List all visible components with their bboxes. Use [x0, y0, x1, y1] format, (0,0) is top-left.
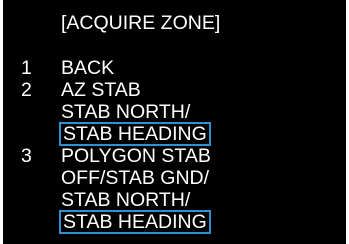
- option-stab-heading-selected[interactable]: STAB HEADING: [59, 122, 211, 146]
- option-stab-north[interactable]: STAB NORTH/: [61, 189, 190, 211]
- menu-item-number: 2: [21, 79, 32, 101]
- menu-title: [ACQUIRE ZONE]: [61, 12, 221, 34]
- menu-item-label: AZ STAB: [61, 79, 141, 101]
- menu-item-label: BACK: [61, 57, 115, 79]
- menu-item-number: 1: [21, 57, 32, 79]
- acquire-zone-menu: [ACQUIRE ZONE] 1 BACK 2 AZ STAB STAB NOR…: [3, 0, 346, 244]
- menu-item-label: POLYGON STAB: [61, 145, 211, 167]
- option-stab-heading-selected[interactable]: STAB HEADING: [59, 210, 211, 234]
- menu-item-number: 3: [21, 145, 32, 167]
- option-stab-north[interactable]: STAB NORTH/: [61, 101, 190, 123]
- option-off-stab-gnd[interactable]: OFF/STAB GND/: [61, 167, 209, 189]
